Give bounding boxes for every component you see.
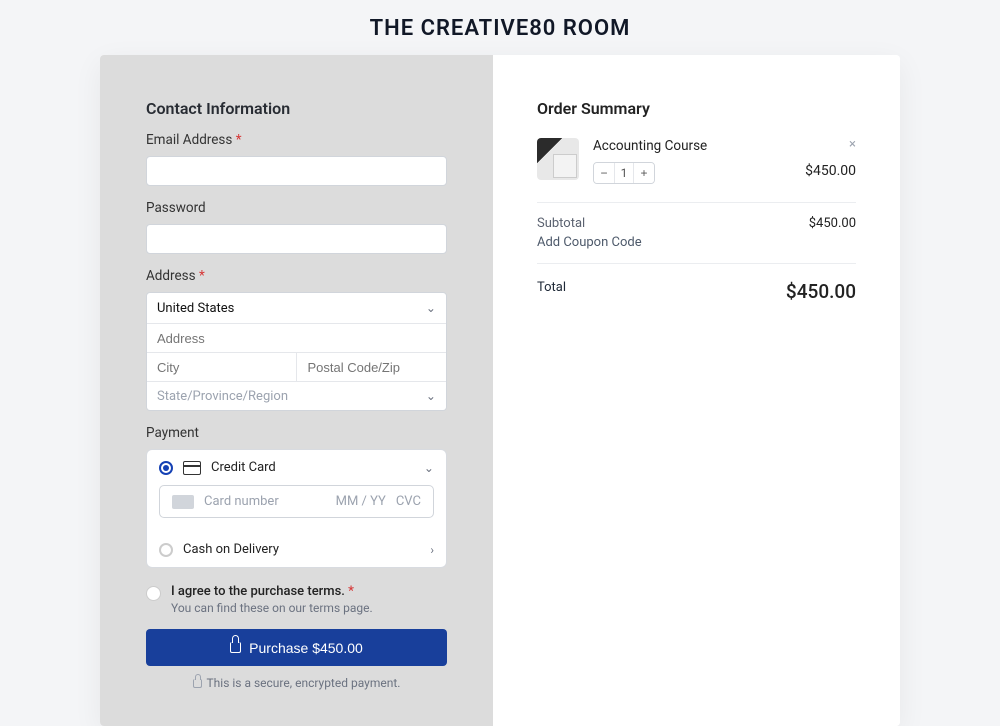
state-placeholder: State/Province/Region (157, 389, 288, 404)
email-label: Email Address * (146, 132, 447, 148)
secure-note: This is a secure, encrypted payment. (146, 676, 447, 690)
lock-icon (230, 642, 241, 653)
credit-card-body: Card number MM / YY CVC (147, 485, 446, 532)
product-name: Accounting Course (593, 138, 791, 154)
address-label: Address * (146, 268, 447, 284)
product-thumbnail (537, 138, 579, 180)
terms-subtext: You can find these on our terms page. (171, 601, 373, 615)
chevron-down-icon: ⌄ (426, 389, 436, 403)
state-select[interactable]: State/Province/Region ⌄ (147, 382, 446, 410)
qty-increment-button[interactable]: + (634, 163, 654, 183)
order-summary-title: Order Summary (537, 99, 856, 118)
add-coupon-link[interactable]: Add Coupon Code (537, 235, 856, 250)
order-item-row: Accounting Course − 1 + × $450.00 (537, 138, 856, 203)
address-field[interactable] (147, 324, 446, 352)
postal-field[interactable] (296, 353, 445, 381)
checkout-form-panel: Contact Information Email Address * Pass… (100, 55, 493, 726)
subtotal-value: $450.00 (809, 216, 856, 231)
payment-option-credit-card[interactable]: Credit Card ⌄ (147, 450, 446, 485)
password-label: Password (146, 200, 447, 216)
card-chip-icon (172, 495, 194, 509)
remove-item-button[interactable]: × (849, 138, 856, 151)
cvc-hint: CVC (396, 494, 421, 509)
payment-panel: Credit Card ⌄ Card number MM / YY CVC Ca… (146, 449, 447, 568)
subtotal-label: Subtotal (537, 216, 585, 231)
radio-off-icon (159, 543, 173, 557)
lock-icon (193, 679, 202, 688)
expiry-hint: MM / YY (336, 494, 386, 509)
radio-on-icon (159, 461, 173, 475)
item-price: $450.00 (805, 163, 856, 179)
cod-label: Cash on Delivery (183, 542, 420, 557)
email-field[interactable] (146, 156, 447, 186)
required-asterisk: * (348, 584, 354, 599)
qty-value: 1 (614, 163, 634, 183)
total-line: Total $450.00 (537, 280, 856, 303)
address-group: United States ⌄ State/Province/Region ⌄ (146, 292, 447, 411)
credit-card-label: Credit Card (211, 460, 414, 475)
terms-row: I agree to the purchase terms. * You can… (146, 584, 447, 615)
country-value: United States (157, 301, 234, 316)
payment-label: Payment (146, 425, 447, 441)
contact-section-title: Contact Information (146, 99, 447, 118)
country-select[interactable]: United States ⌄ (147, 293, 446, 323)
purchase-button-label: Purchase $450.00 (249, 640, 363, 656)
card-number-field[interactable]: Card number MM / YY CVC (159, 485, 434, 518)
qty-decrement-button[interactable]: − (594, 163, 614, 183)
terms-heading: I agree to the purchase terms. * (171, 584, 373, 599)
chevron-down-icon: ⌄ (424, 461, 434, 475)
checkout-container: Contact Information Email Address * Pass… (100, 55, 900, 726)
quantity-stepper: − 1 + (593, 162, 655, 184)
order-summary-panel: Order Summary Accounting Course − 1 + × … (493, 55, 900, 726)
total-value: $450.00 (786, 280, 856, 303)
credit-card-icon (183, 461, 201, 475)
chevron-down-icon: ⌄ (426, 301, 436, 315)
page-title: THE CREATIVE80 ROOM (0, 0, 1000, 55)
city-field[interactable] (147, 353, 296, 381)
purchase-button[interactable]: Purchase $450.00 (146, 629, 447, 666)
password-field[interactable] (146, 224, 447, 254)
chevron-right-icon: › (430, 543, 434, 557)
payment-option-cod[interactable]: Cash on Delivery › (147, 532, 446, 567)
card-number-placeholder: Card number (204, 494, 279, 509)
required-asterisk: * (199, 268, 205, 284)
total-label: Total (537, 280, 566, 303)
required-asterisk: * (236, 132, 242, 148)
subtotal-block: Subtotal $450.00 Add Coupon Code (537, 203, 856, 264)
terms-checkbox[interactable] (146, 586, 161, 601)
